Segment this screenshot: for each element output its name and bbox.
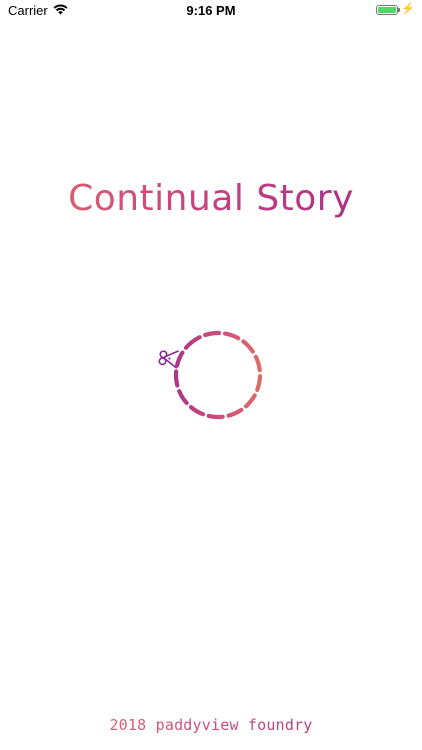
status-bar: Carrier 9:16 PM ⚡ — [0, 0, 422, 22]
charging-icon: ⚡ — [401, 3, 415, 15]
loading-indicator — [154, 324, 268, 424]
battery-cap — [398, 7, 401, 12]
footer-credit: 2018 paddyview foundry — [0, 716, 422, 734]
battery-status: ⚡ — [376, 4, 415, 15]
loading-ring — [173, 330, 263, 420]
status-time: 9:16 PM — [186, 3, 236, 18]
battery-icon — [376, 4, 401, 15]
app-logo: Continual Story — [0, 178, 422, 219]
battery-fill — [378, 6, 397, 13]
